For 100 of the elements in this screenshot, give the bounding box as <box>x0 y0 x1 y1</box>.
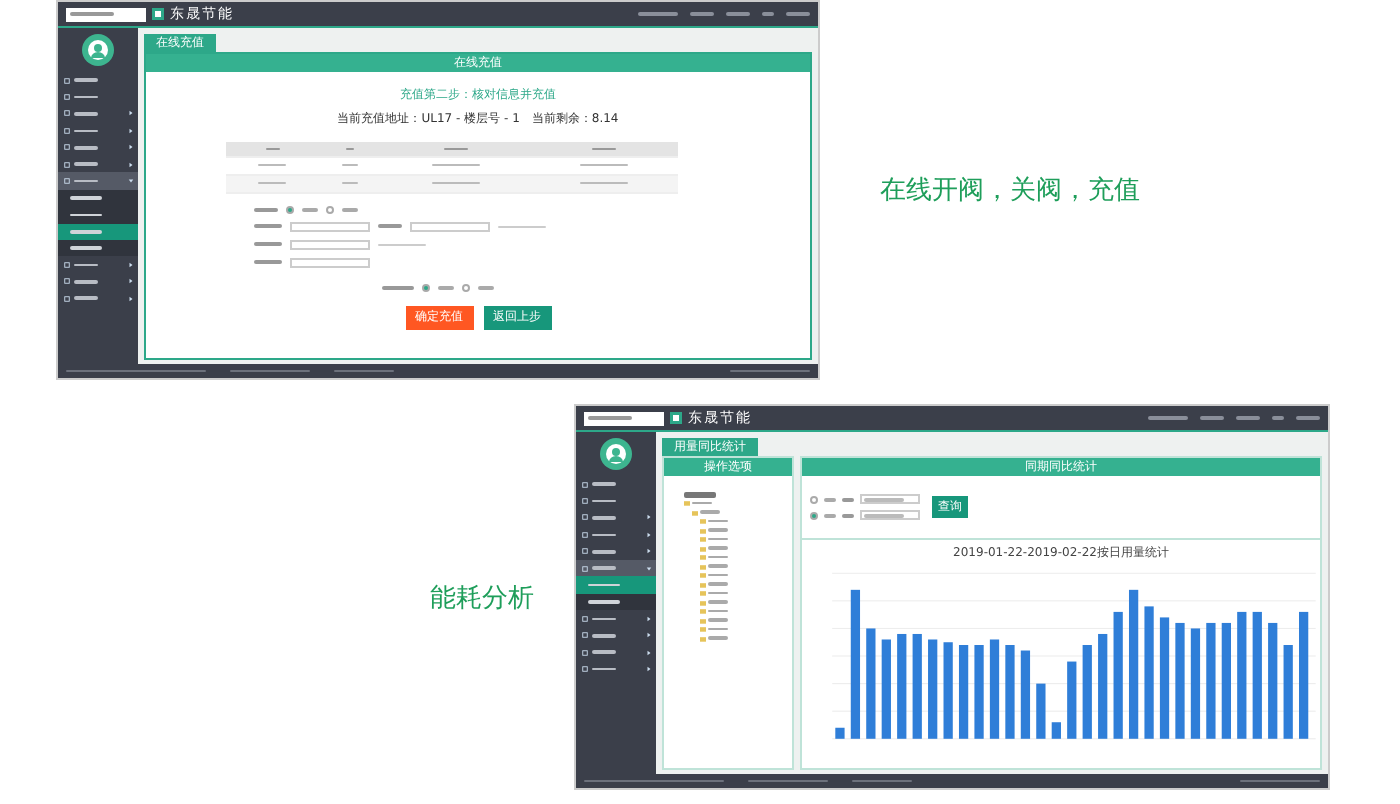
chart-bar <box>1036 682 1046 738</box>
menu-item[interactable] <box>58 290 138 307</box>
blurred-text <box>592 549 616 554</box>
chart-bar <box>912 633 922 738</box>
chart-bar <box>1144 605 1154 738</box>
caret-icon <box>128 278 134 285</box>
chart-bar <box>1221 622 1231 738</box>
menu-icon <box>64 295 70 302</box>
caret-icon <box>128 110 134 117</box>
chart-bar <box>1020 649 1031 738</box>
chart-bar <box>1067 660 1077 738</box>
logo-icon <box>670 412 682 424</box>
chart-bar <box>1159 616 1170 738</box>
caret-icon <box>128 261 134 268</box>
menu-icon <box>582 665 588 672</box>
radio-button[interactable] <box>422 283 430 292</box>
avatar-icon <box>82 34 114 66</box>
menu-icon <box>64 110 70 117</box>
avatar-icon <box>600 438 632 470</box>
blurred-text <box>342 207 358 212</box>
menu-icon <box>582 548 588 555</box>
menu-icon <box>64 144 70 151</box>
date-field[interactable] <box>860 510 920 521</box>
input-field[interactable] <box>290 221 370 232</box>
menu-item[interactable] <box>58 172 138 190</box>
blurred-text <box>378 224 402 229</box>
caret-icon <box>128 295 134 302</box>
chart-bar <box>974 644 984 738</box>
menu-icon <box>64 278 70 285</box>
menu-icon <box>64 161 70 168</box>
caret-icon <box>128 161 134 168</box>
menu-item[interactable] <box>58 122 138 140</box>
chart-bar <box>1190 627 1201 738</box>
caret-icon <box>646 615 652 622</box>
chart-bar <box>1268 622 1278 738</box>
search-field[interactable] <box>584 411 664 425</box>
menu-icon <box>64 94 70 101</box>
blurred-text <box>254 260 282 265</box>
radio-button[interactable] <box>286 205 294 214</box>
chart-bar <box>1005 644 1015 738</box>
chart-bar <box>943 641 953 738</box>
input-field[interactable] <box>290 239 370 250</box>
chart-bar <box>928 638 938 738</box>
menu-item[interactable] <box>576 610 656 628</box>
chart-bar <box>1299 611 1309 738</box>
menu-icon <box>582 531 588 538</box>
date-field[interactable] <box>860 494 920 505</box>
menu-icon <box>582 632 588 639</box>
menu-icon <box>582 481 588 488</box>
chart-bar <box>835 726 845 738</box>
blurred-text <box>478 285 494 290</box>
menu-icon <box>582 615 588 622</box>
blurred-text <box>254 242 282 247</box>
chart-bar <box>1206 622 1216 738</box>
logo-icon <box>152 8 164 20</box>
caret-icon <box>646 548 652 555</box>
menu-item[interactable] <box>576 660 656 678</box>
radio-button[interactable] <box>326 205 334 214</box>
menu-item[interactable] <box>576 543 656 560</box>
menu-item[interactable] <box>58 139 138 156</box>
chart-bar <box>1252 611 1262 738</box>
submenu-item[interactable] <box>58 206 138 224</box>
caret-icon <box>646 514 652 521</box>
menu-item[interactable] <box>576 627 656 644</box>
chart-bar <box>1098 633 1108 738</box>
menu-item[interactable] <box>576 526 656 544</box>
caret-icon <box>646 531 652 538</box>
menu-icon <box>64 178 70 185</box>
blurred-text <box>254 224 282 229</box>
blurred-text <box>438 285 454 290</box>
radio-button[interactable] <box>810 495 818 504</box>
caret-icon <box>646 665 652 672</box>
search-field[interactable] <box>66 7 146 21</box>
menu-icon <box>64 127 70 134</box>
menu-icon <box>64 77 70 84</box>
caret-icon <box>646 632 652 639</box>
menu-item[interactable] <box>58 256 138 274</box>
chart-bar <box>866 627 876 738</box>
radio-button[interactable] <box>810 511 818 520</box>
chart-bar <box>881 638 891 738</box>
menu-icon <box>582 649 588 656</box>
chart-bar <box>1283 644 1293 738</box>
radio-button[interactable] <box>462 283 470 292</box>
blurred-text <box>74 145 98 150</box>
chart-bar <box>1113 611 1123 738</box>
input-field[interactable] <box>410 221 490 232</box>
caret-icon <box>128 144 134 151</box>
menu-item[interactable] <box>576 559 656 577</box>
chart-bar <box>1175 622 1185 738</box>
blurred-text <box>302 207 318 212</box>
chart-bar <box>958 644 969 738</box>
input-field[interactable] <box>290 257 370 268</box>
blurred-text <box>382 285 414 290</box>
caption-text: 能耗分析 <box>430 581 536 615</box>
blurred-text <box>74 296 98 301</box>
menu-icon <box>582 498 588 505</box>
chart-bar <box>1051 721 1061 738</box>
caret-icon <box>646 649 652 656</box>
chart-bar <box>1237 611 1247 738</box>
blurred-text <box>684 492 716 498</box>
